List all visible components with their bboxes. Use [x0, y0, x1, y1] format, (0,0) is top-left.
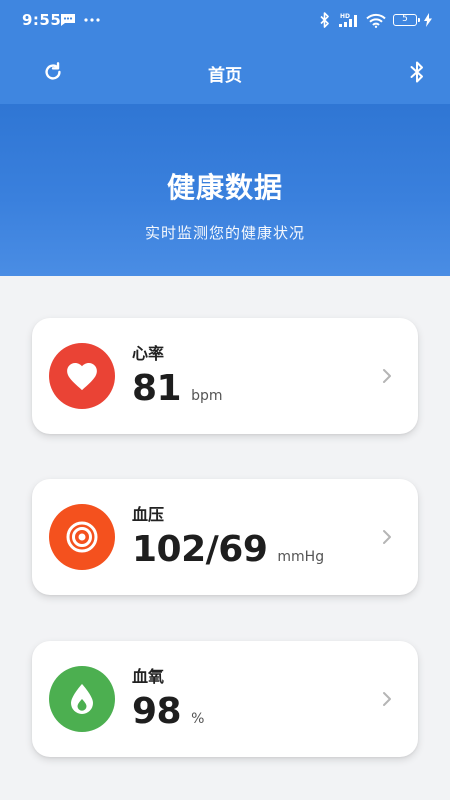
- blood-pressure-card[interactable]: 血压 102/69 mmHg: [32, 479, 418, 595]
- status-time: 9:55: [22, 11, 62, 29]
- metric-reading: 98 %: [132, 691, 204, 732]
- bluetooth-icon: [410, 61, 423, 83]
- home-screen: 9:55 HD 5 首页 健康数据 实时监测您的健康状况 心率 81 bpm 血…: [0, 0, 450, 800]
- hero-title: 健康数据: [166, 171, 283, 204]
- battery-indicator: 5: [393, 14, 420, 26]
- hero-banner: 健康数据 实时监测您的健康状况: [0, 104, 450, 276]
- status-bar: 9:55 HD 5: [0, 0, 450, 42]
- blood-oxygen-card[interactable]: 血氧 98 %: [32, 641, 418, 757]
- metric-unit: bpm: [191, 388, 223, 404]
- svg-text:HD: HD: [340, 13, 350, 20]
- metric-reading: 102/69 mmHg: [132, 529, 324, 570]
- metric-reading: 81 bpm: [132, 368, 223, 409]
- hero-subtitle: 实时监测您的健康状况: [144, 224, 305, 242]
- heart-rate-card[interactable]: 心率 81 bpm: [32, 318, 418, 434]
- status-system-icons: HD 5: [320, 12, 432, 28]
- signal-icon: HD: [339, 13, 357, 27]
- chevron-right-icon: [383, 369, 391, 383]
- metric-value: 102/69: [132, 529, 268, 570]
- app-bar: 首页: [0, 42, 450, 104]
- message-icon: [61, 14, 75, 26]
- metric-label: 血压: [132, 505, 165, 524]
- bluetooth-button[interactable]: [404, 58, 430, 86]
- charging-icon: [424, 13, 432, 27]
- blood-oxygen-badge: [49, 666, 115, 732]
- more-dots-icon: [84, 18, 100, 22]
- metric-unit: %: [191, 711, 205, 727]
- chevron-right-icon: [383, 692, 391, 706]
- metric-value: 98: [132, 691, 182, 732]
- metric-value: 81: [132, 368, 182, 409]
- blood-pressure-badge: [49, 504, 115, 570]
- metric-label: 心率: [132, 344, 165, 363]
- heart-icon: [67, 362, 97, 391]
- metric-label: 血氧: [132, 667, 165, 686]
- chevron-right-icon: [383, 530, 391, 544]
- wifi-icon: [366, 13, 386, 28]
- page-title: 首页: [208, 66, 242, 86]
- metric-unit: mmHg: [277, 549, 325, 565]
- drop-icon: [71, 684, 93, 714]
- status-notifications: [60, 13, 100, 27]
- bluetooth-status-icon: [320, 12, 329, 28]
- heart-rate-badge: [49, 343, 115, 409]
- target-icon: [66, 521, 98, 553]
